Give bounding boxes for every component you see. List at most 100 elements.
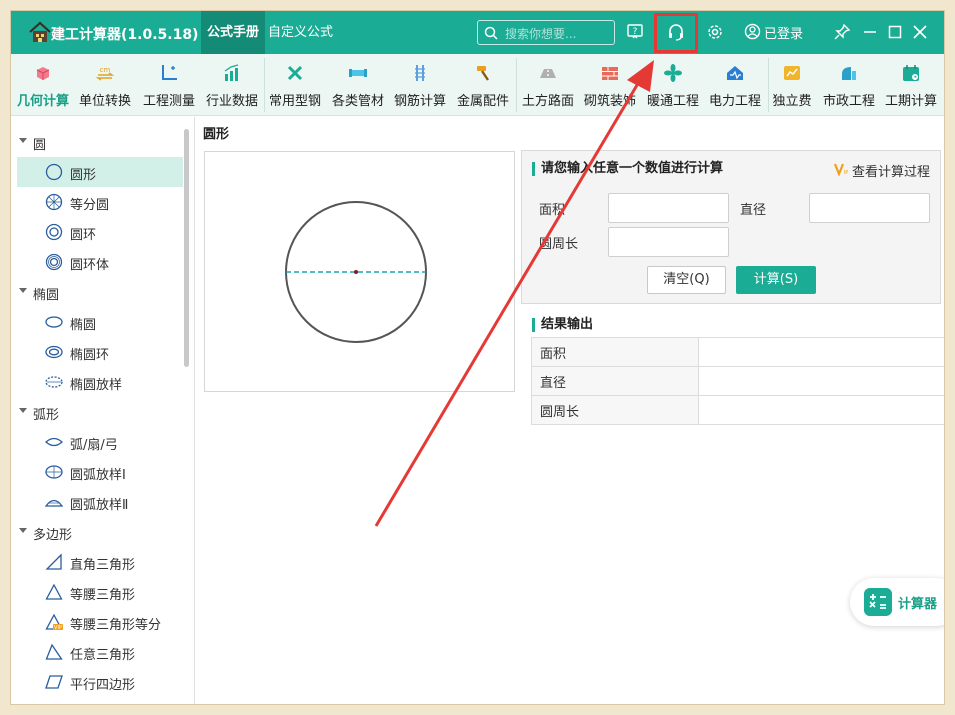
toolbar-item-rebar[interactable]: 钢筋计算 [388, 54, 452, 116]
tree-item-elliptic-ring[interactable]: 椭圆环 [17, 337, 183, 367]
toolbar-item-industry[interactable]: 行业数据 [200, 54, 264, 116]
tab-custom-formula[interactable]: 自定义公式 [262, 11, 339, 54]
power-house-icon [727, 66, 743, 80]
headset-service-icon[interactable] [666, 22, 686, 42]
tree-item-label: 圆环体 [70, 258, 110, 273]
pin-icon[interactable] [832, 22, 852, 42]
close-icon[interactable] [910, 22, 930, 42]
tree-item-torus[interactable]: 圆环体 [17, 247, 183, 277]
panel-heading: 请您输入任意一个数值进行计算 [532, 162, 723, 176]
tree-item-label: 椭圆放样 [70, 378, 123, 393]
bar-chart-icon [224, 64, 239, 81]
ellipse-icon [45, 316, 63, 328]
result-value [698, 366, 944, 396]
chevron-down-icon [19, 138, 27, 143]
parallelogram-icon [45, 675, 63, 689]
tree-item-label: 椭圆环 [70, 348, 110, 363]
right-triangle-icon [45, 553, 62, 570]
toolbar-item-earthwork[interactable]: 土方路面 [516, 54, 580, 116]
svg-text:cm: cm [100, 66, 111, 74]
axis-measure-icon [162, 65, 177, 80]
toolbar-label: 砌筑装饰 [583, 94, 636, 109]
tree-item-isosceles-triangle[interactable]: 等腰三角形 [17, 577, 183, 607]
area-input[interactable] [608, 193, 729, 223]
maximize-icon[interactable] [885, 22, 905, 42]
view-process-link[interactable]: IP 查看计算过程 [833, 161, 930, 180]
arc-sector-icon [45, 437, 63, 447]
municipal-icon [842, 67, 856, 80]
toolbar-label: 金属配件 [456, 94, 509, 109]
vip-badge-icon: IP [833, 163, 849, 176]
fan-icon [664, 64, 682, 82]
toolbar-item-survey[interactable]: 工程测量 [137, 54, 201, 116]
cube-icon [36, 67, 50, 80]
tree-item-isosceles-divided[interactable]: VIP 等腰三角形等分 [17, 607, 183, 637]
toolbar-item-geometry[interactable]: 几何计算 [11, 54, 75, 116]
help-icon[interactable]: ? [625, 22, 645, 42]
svg-text:VIP: VIP [54, 625, 62, 631]
tree-item-label: 直角三角形 [70, 558, 136, 573]
circumference-input[interactable] [608, 227, 729, 257]
tree-group-ellipse[interactable]: 椭圆 [11, 277, 181, 307]
tree-item-label: 圆弧放样Ⅱ [70, 498, 129, 513]
tab-formula-handbook[interactable]: 公式手册 [201, 11, 266, 54]
tree-group-circle[interactable]: 圆 [11, 127, 181, 157]
isosceles-triangle-icon [45, 583, 63, 600]
tree-item-circle[interactable]: 圆形 [17, 157, 183, 187]
title-bar: 建工计算器(1.0.5.18) 公式手册 自定义公式 搜索你想要... ? 已登… [11, 11, 944, 54]
tree-item-label: 等腰三角形 [70, 588, 136, 603]
tree-item-annulus[interactable]: 圆环 [17, 217, 183, 247]
toolbar-item-masonry[interactable]: 砌筑装饰 [578, 54, 642, 116]
tree-item-label: 弧/扇/弓 [70, 438, 118, 453]
tree-item-arc-layout-1[interactable]: 圆弧放样Ⅰ [17, 457, 183, 487]
tree-item-arc-sector[interactable]: 弧/扇/弓 [17, 427, 183, 457]
toolbar-item-steel[interactable]: 常用型钢 [263, 54, 327, 116]
main-content: 圆形 请您输入任意一个数值进行计算 IP 查看计算过程 面积 直径 圆周长 清空… [197, 117, 944, 704]
app-title: 建工计算器(1.0.5.18) [51, 27, 199, 43]
circle-shape-icon [45, 163, 63, 181]
toolbar-item-schedule[interactable]: 工期计算 [879, 54, 943, 116]
toolbar-item-hvac[interactable]: 暖通工程 [641, 54, 705, 116]
divided-circle-icon [45, 193, 63, 211]
tree-item-label: 平行四边形 [70, 678, 136, 693]
diameter-input[interactable] [809, 193, 930, 223]
tree-item-any-triangle[interactable]: 任意三角形 [17, 637, 183, 667]
tree-item-ellipse-layout[interactable]: 椭圆放样 [17, 367, 183, 397]
result-value [698, 395, 944, 425]
tree-item-label: 等分圆 [70, 198, 110, 213]
toolbar-label: 钢筋计算 [393, 94, 446, 109]
tree-item-right-triangle[interactable]: 直角三角形 [17, 547, 183, 577]
app-window: 建工计算器(1.0.5.18) 公式手册 自定义公式 搜索你想要... ? 已登… [10, 10, 945, 705]
tree-item-arc-layout-2[interactable]: 圆弧放样Ⅱ [17, 487, 183, 517]
tree-item-parallelogram[interactable]: 平行四边形 [17, 667, 183, 697]
calculator-icon [864, 588, 892, 616]
tree-item-ellipse[interactable]: 椭圆 [17, 307, 183, 337]
tree-group-label: 弧形 [33, 408, 60, 423]
svg-text:IP: IP [844, 170, 849, 176]
table-row: 面积 [531, 337, 944, 367]
tree-group-arc[interactable]: 弧形 [11, 397, 181, 427]
toolbar-item-unit[interactable]: cm 单位转换 [73, 54, 137, 116]
tree-group-polygon[interactable]: 多边形 [11, 517, 181, 547]
hammer-icon [477, 66, 489, 81]
login-label: 已登录 [764, 27, 804, 42]
toolbar-item-pipe[interactable]: 各类管材 [326, 54, 390, 116]
floating-calculator-button[interactable]: 计算器 [850, 578, 944, 626]
settings-gear-icon[interactable] [705, 22, 725, 42]
toolbar-item-municipal[interactable]: 市政工程 [817, 54, 881, 116]
tree-group-label: 椭圆 [33, 288, 60, 303]
search-input[interactable]: 搜索你想要... [477, 20, 615, 45]
toolbar-label: 工期计算 [884, 94, 937, 109]
vip-triangle-icon: VIP [45, 613, 63, 631]
tree-item-divided-circle[interactable]: 等分圆 [17, 187, 183, 217]
category-toolbar: 几何计算 cm 单位转换 工程测量 行业数据 常用型钢 各类管材 钢筋计算 金属… [11, 54, 944, 116]
calculate-button[interactable]: 计算(S) [736, 266, 816, 294]
clear-button[interactable]: 清空(Q) [647, 266, 726, 294]
tree-item-label: 任意三角形 [70, 648, 136, 663]
toolbar-item-metal[interactable]: 金属配件 [451, 54, 515, 116]
sidebar-scrollbar[interactable] [184, 129, 189, 367]
view-process-label: 查看计算过程 [851, 165, 930, 180]
torus-icon [45, 253, 63, 271]
minimize-icon[interactable] [860, 22, 880, 42]
svg-text:?: ? [633, 27, 638, 37]
